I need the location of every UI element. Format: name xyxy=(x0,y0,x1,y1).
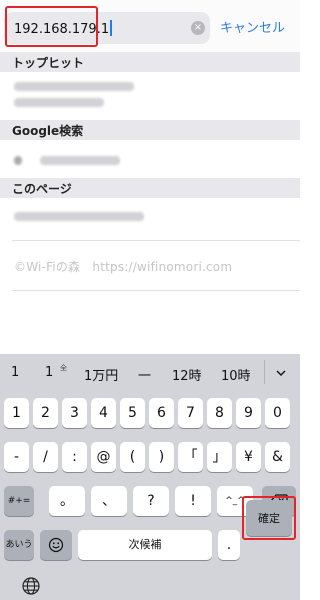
row-divider xyxy=(12,290,300,291)
key-slash[interactable]: / xyxy=(33,442,58,472)
candidate-divider xyxy=(264,360,265,384)
key-period-jp[interactable]: 。 xyxy=(49,486,85,516)
blurred-text xyxy=(14,212,144,221)
section-header-google: Google検索 xyxy=(0,120,300,140)
search-bar: 192.168.179.1 × キャンセル xyxy=(0,0,300,52)
section-title: Google検索 xyxy=(12,124,84,138)
search-input-value: 192.168.179.1 xyxy=(14,20,113,37)
globe-icon[interactable] xyxy=(22,577,40,595)
key-4[interactable]: 4 xyxy=(91,398,116,428)
confirm-button[interactable]: 確定 xyxy=(246,500,292,536)
key-question[interactable]: ? xyxy=(133,486,169,516)
search-results: トップヒット Google検索 このページ xyxy=(0,52,300,352)
candidate-superscript: 全 xyxy=(60,364,67,372)
blurred-text xyxy=(40,156,120,165)
candidate-item[interactable]: 12時 xyxy=(172,365,202,384)
key-2[interactable]: 2 xyxy=(33,398,58,428)
key-colon[interactable]: : xyxy=(62,442,87,472)
section-title: トップヒット xyxy=(12,56,85,70)
key-open-paren[interactable]: ( xyxy=(120,442,145,472)
candidate-bar: 1 1 全 1万円 一 12時 10時 xyxy=(0,354,300,390)
key-0[interactable]: 0 xyxy=(265,398,290,428)
search-suggestion-icon xyxy=(14,156,22,165)
section-header-this-page: このページ xyxy=(0,178,300,198)
key-at[interactable]: @ xyxy=(91,442,116,472)
section-title: このページ xyxy=(12,182,72,196)
candidate-item[interactable]: 1 xyxy=(45,365,53,380)
key-close-bracket[interactable]: 」 xyxy=(207,442,232,472)
chevron-down-icon[interactable] xyxy=(276,368,286,378)
candidate-item[interactable]: 1万円 xyxy=(84,365,118,384)
search-input[interactable]: 192.168.179.1 × xyxy=(4,12,210,44)
symbol-mode-key[interactable]: #+= xyxy=(4,486,34,516)
key-exclamation[interactable]: ! xyxy=(175,486,211,516)
section-header-top-hits: トップヒット xyxy=(0,52,300,72)
key-3[interactable]: 3 xyxy=(62,398,87,428)
blurred-text xyxy=(14,82,134,91)
key-open-bracket[interactable]: 「 xyxy=(178,442,203,472)
key-yen[interactable]: ¥ xyxy=(236,442,261,472)
key-7[interactable]: 7 xyxy=(178,398,203,428)
blurred-text xyxy=(14,98,104,107)
candidate-item[interactable]: 一 xyxy=(138,365,151,384)
emoji-key[interactable] xyxy=(40,530,72,560)
key-close-paren[interactable]: ) xyxy=(149,442,174,472)
text-caret xyxy=(110,20,113,36)
key-hyphen[interactable]: - xyxy=(4,442,29,472)
keyboard: 1 1 全 1万円 一 12時 10時 xyxy=(0,354,300,600)
key-9[interactable]: 9 xyxy=(236,398,261,428)
key-comma-jp[interactable]: 、 xyxy=(91,486,127,516)
candidate-item[interactable]: 1 xyxy=(11,365,19,380)
key-ampersand[interactable]: & xyxy=(265,442,290,472)
key-period[interactable]: . xyxy=(218,530,240,560)
key-5[interactable]: 5 xyxy=(120,398,145,428)
watermark: ©Wi-Fiの森 https://wifinomori.com xyxy=(14,260,233,274)
result-item[interactable] xyxy=(0,72,300,120)
key-6[interactable]: 6 xyxy=(149,398,174,428)
input-mode-key[interactable]: あいう xyxy=(4,530,34,560)
result-item[interactable] xyxy=(0,198,300,242)
key-1[interactable]: 1 xyxy=(4,398,29,428)
clear-icon[interactable]: × xyxy=(191,21,205,35)
row-divider xyxy=(12,240,300,241)
candidate-item[interactable]: 10時 xyxy=(221,365,251,384)
space-key[interactable]: 次候補 xyxy=(78,530,212,560)
emoji-icon xyxy=(48,537,64,553)
cancel-button[interactable]: キャンセル xyxy=(220,17,285,36)
key-8[interactable]: 8 xyxy=(207,398,232,428)
